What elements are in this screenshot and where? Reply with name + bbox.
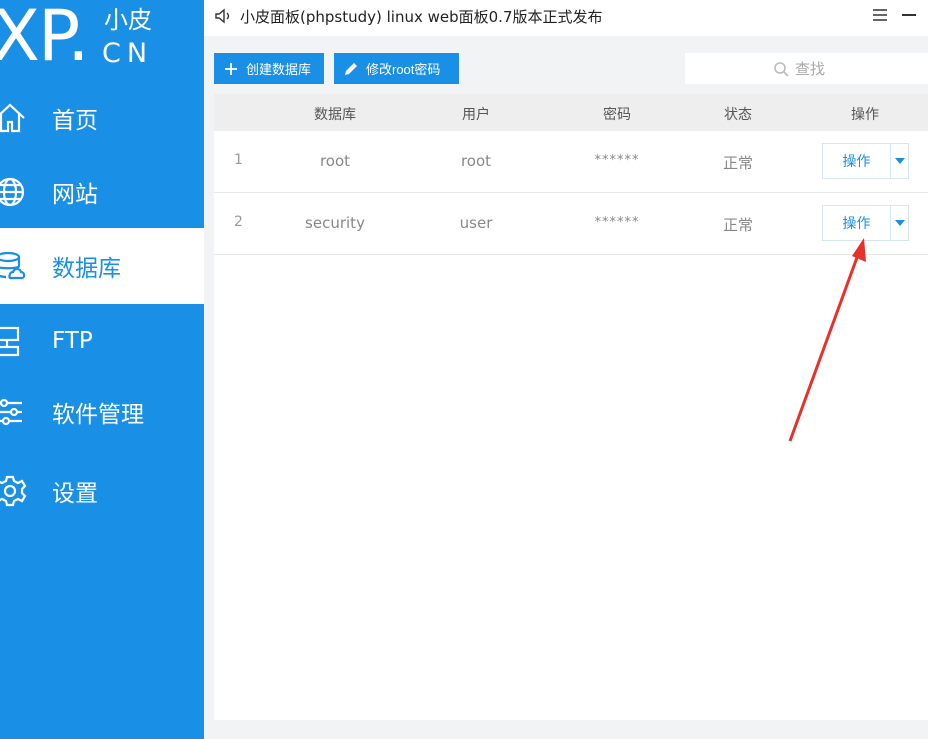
action-button-group: 操作 bbox=[822, 143, 909, 179]
modify-root-password-label: 修改root密码 bbox=[366, 62, 441, 77]
logo-text-top: 小皮 bbox=[104, 6, 152, 34]
logo: XP. 小皮 CN bbox=[0, 0, 204, 84]
minimize-icon[interactable] bbox=[902, 14, 916, 16]
logo-text-bottom: CN bbox=[102, 38, 154, 69]
database-name: security bbox=[305, 214, 365, 232]
row-index: 1 bbox=[234, 152, 243, 168]
database-name: root bbox=[319, 152, 351, 170]
database-table: 数据库 用户 密码 状态 操作 1 root root ****** 正常 操作… bbox=[214, 94, 928, 720]
ftp-icon bbox=[0, 326, 20, 357]
sidebar-item-label: 数据库 bbox=[52, 256, 121, 282]
gear-icon bbox=[0, 475, 27, 507]
caret-down-icon bbox=[894, 158, 905, 164]
table-row: 2 security user ****** 正常 操作 bbox=[214, 193, 928, 255]
database-icon bbox=[0, 251, 26, 280]
row-index: 2 bbox=[234, 214, 243, 230]
sidebar-item-label: 网站 bbox=[52, 182, 98, 208]
database-password: ****** bbox=[594, 215, 640, 230]
sidebar-item-website[interactable]: 网站 bbox=[0, 154, 204, 230]
column-header-database: 数据库 bbox=[314, 107, 356, 123]
title-bar: 小皮面板(phpstudy) linux web面板0.7版本正式发布 bbox=[204, 0, 928, 36]
caret-down-icon bbox=[894, 220, 905, 226]
plus-icon bbox=[225, 62, 237, 75]
database-password: ****** bbox=[594, 153, 640, 168]
logo-mark: XP. bbox=[0, 0, 90, 77]
modify-root-password-button[interactable]: 修改root密码 bbox=[334, 53, 459, 84]
database-user: user bbox=[459, 214, 493, 232]
sidebar-item-ftp[interactable]: FTP bbox=[0, 303, 204, 379]
search-input[interactable] bbox=[795, 58, 915, 80]
search-icon bbox=[774, 62, 789, 77]
sidebar: XP. 小皮 CN 首页 网站 数据库 FTP 软件管理 设置 bbox=[0, 0, 204, 739]
column-header-user: 用户 bbox=[462, 107, 490, 123]
sidebar-item-label: FTP bbox=[52, 328, 93, 354]
sidebar-item-software[interactable]: 软件管理 bbox=[0, 374, 204, 450]
home-icon bbox=[0, 103, 25, 133]
action-button-group: 操作 bbox=[822, 205, 909, 241]
sidebar-item-settings[interactable]: 设置 bbox=[0, 453, 204, 529]
database-status: 正常 bbox=[722, 154, 754, 172]
sidebar-item-label: 首页 bbox=[52, 108, 98, 134]
sidebar-item-home[interactable]: 首页 bbox=[0, 80, 204, 156]
globe-icon bbox=[0, 177, 25, 207]
database-status: 正常 bbox=[722, 216, 754, 234]
action-button[interactable]: 操作 bbox=[823, 144, 891, 178]
create-database-button[interactable]: 创建数据库 bbox=[214, 53, 324, 84]
announcement-title[interactable]: 小皮面板(phpstudy) linux web面板0.7版本正式发布 bbox=[240, 6, 603, 27]
search-box[interactable] bbox=[685, 53, 928, 84]
column-header-password: 密码 bbox=[603, 107, 631, 123]
action-dropdown-toggle[interactable] bbox=[891, 144, 908, 178]
column-header-action: 操作 bbox=[851, 107, 879, 123]
sidebar-item-database[interactable]: 数据库 bbox=[0, 228, 204, 304]
table-row: 1 root root ****** 正常 操作 bbox=[214, 131, 928, 193]
sliders-icon bbox=[0, 398, 22, 426]
create-database-label: 创建数据库 bbox=[246, 62, 312, 77]
pencil-icon bbox=[345, 62, 357, 75]
database-user: root bbox=[460, 152, 492, 170]
sidebar-item-label: 软件管理 bbox=[52, 402, 144, 428]
table-header: 数据库 用户 密码 状态 操作 bbox=[214, 94, 928, 131]
action-dropdown-toggle[interactable] bbox=[891, 206, 908, 240]
speaker-icon[interactable] bbox=[214, 7, 232, 25]
column-header-status: 状态 bbox=[724, 107, 752, 123]
action-button[interactable]: 操作 bbox=[823, 206, 891, 240]
menu-icon[interactable] bbox=[872, 7, 888, 23]
sidebar-item-label: 设置 bbox=[52, 481, 98, 507]
